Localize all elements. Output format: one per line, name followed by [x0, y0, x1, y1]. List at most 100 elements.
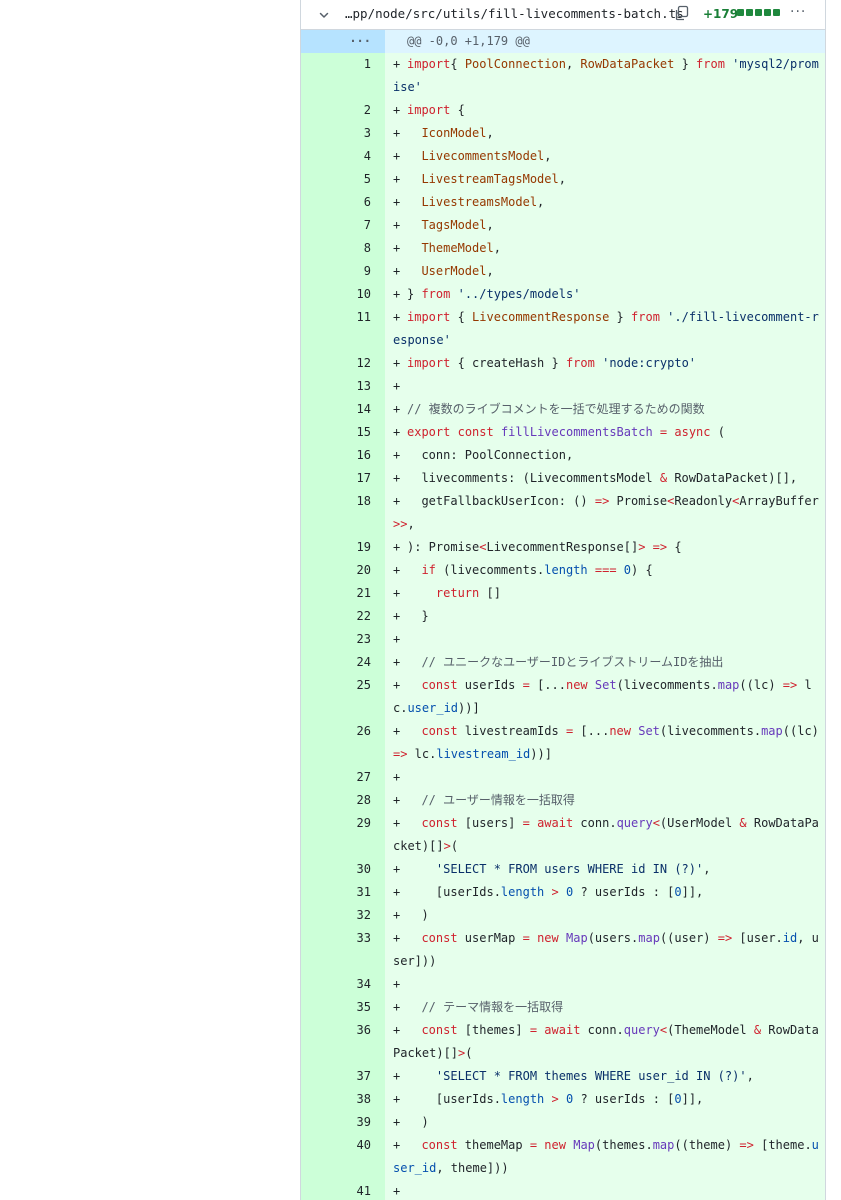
code-line: + LivecommentsModel, [385, 145, 825, 168]
line-number[interactable]: 8 [301, 237, 385, 260]
line-number[interactable]: 20 [301, 559, 385, 582]
line-number[interactable]: 19 [301, 536, 385, 559]
code-token: ArrayBuffer [739, 494, 819, 508]
code-line: + 'SELECT * FROM themes WHERE user_id IN… [385, 1065, 825, 1088]
code-token: from [631, 310, 660, 324]
line-number[interactable]: 18 [301, 490, 385, 536]
more-options-button[interactable]: ··· [790, 4, 806, 20]
code-token: length [500, 885, 545, 899]
copy-path-icon[interactable] [673, 4, 691, 22]
line-number[interactable]: 40 [301, 1134, 385, 1180]
code-token: LivestreamsModel [421, 195, 538, 209]
addition-marker: + [393, 885, 401, 899]
addition-marker: + [393, 471, 401, 485]
code-token: livestream_id [436, 747, 531, 761]
line-number[interactable]: 5 [301, 168, 385, 191]
expand-hunk-button[interactable]: ··· [301, 30, 385, 53]
code-token: Set [638, 724, 660, 738]
code-line: + // ユーザー情報を一括取得 [385, 789, 825, 812]
code-token: TagsModel [421, 218, 487, 232]
code-token: ( [465, 1046, 473, 1060]
line-number[interactable]: 30 [301, 858, 385, 881]
line-number[interactable]: 7 [301, 214, 385, 237]
line-number[interactable]: 27 [301, 766, 385, 789]
line-number[interactable]: 15 [301, 421, 385, 444]
line-number[interactable]: 2 [301, 99, 385, 122]
addition-marker: + [393, 655, 401, 669]
line-number[interactable]: 25 [301, 674, 385, 720]
line-number[interactable]: 11 [301, 306, 385, 352]
code-token: (livecomments. [616, 678, 718, 692]
line-number[interactable]: 17 [301, 467, 385, 490]
addition-marker: + [393, 126, 401, 140]
line-number[interactable]: 10 [301, 283, 385, 306]
code-token: lc. [407, 747, 437, 761]
file-header: …pp/node/src/utils/fill-livecomments-bat… [301, 0, 825, 30]
code-token: id [782, 931, 798, 945]
code-token: > [551, 1092, 559, 1106]
line-number[interactable]: 3 [301, 122, 385, 145]
code-token: const [421, 816, 458, 830]
code-token: conn. [580, 1023, 624, 1037]
line-number[interactable]: 21 [301, 582, 385, 605]
code-token: & [739, 816, 747, 830]
line-number[interactable]: 22 [301, 605, 385, 628]
line-number[interactable]: 4 [301, 145, 385, 168]
code-line: + const themeMap = new Map(themes.map((t… [385, 1134, 825, 1180]
code-token: , [558, 172, 566, 186]
line-number[interactable]: 39 [301, 1111, 385, 1134]
code-token: } [407, 609, 429, 623]
line-number[interactable]: 31 [301, 881, 385, 904]
diff-line-row: 2 + import { [301, 99, 825, 122]
line-number[interactable]: 26 [301, 720, 385, 766]
code-line: + const livestreamIds = [...new Set(live… [385, 720, 825, 766]
line-number[interactable]: 9 [301, 260, 385, 283]
line-number[interactable]: 37 [301, 1065, 385, 1088]
diff-line-row: 22 + } [301, 605, 825, 628]
line-number[interactable]: 32 [301, 904, 385, 927]
addition-marker: + [393, 1184, 401, 1198]
line-number[interactable]: 16 [301, 444, 385, 467]
line-number[interactable]: 23 [301, 628, 385, 651]
code-token: ((lc) [739, 678, 783, 692]
diff-line-row: 16 + conn: PoolConnection, [301, 444, 825, 467]
line-number[interactable]: 38 [301, 1088, 385, 1111]
code-token: [userIds. [407, 885, 501, 899]
code-token: IconModel [421, 126, 487, 140]
line-number[interactable]: 33 [301, 927, 385, 973]
code-token: ))] [458, 701, 480, 715]
line-number[interactable]: 28 [301, 789, 385, 812]
line-number[interactable]: 6 [301, 191, 385, 214]
diff-line-row: 12 + import { createHash } from 'node:cryp… [301, 352, 825, 375]
code-token: if [421, 563, 436, 577]
diff-line-row: 32 + ) [301, 904, 825, 927]
line-number[interactable]: 12 [301, 352, 385, 375]
diff-line-row: 7 + TagsModel, [301, 214, 825, 237]
line-number[interactable]: 29 [301, 812, 385, 858]
line-number[interactable]: 24 [301, 651, 385, 674]
code-token: 0 [674, 885, 682, 899]
code-token: '../types/models' [457, 287, 581, 301]
diff-line-row: 13 + [301, 375, 825, 398]
line-number[interactable]: 41 [301, 1180, 385, 1200]
code-token: // ユーザー情報を一括取得 [421, 793, 575, 807]
code-token: } [674, 57, 697, 71]
line-number[interactable]: 34 [301, 973, 385, 996]
line-number[interactable]: 1 [301, 53, 385, 99]
collapse-chevron-down-icon[interactable] [315, 6, 333, 24]
addition-marker: + [393, 448, 401, 462]
line-number[interactable]: 36 [301, 1019, 385, 1065]
line-number[interactable]: 35 [301, 996, 385, 1019]
code-line: + const userMap = new Map(users.map((use… [385, 927, 825, 973]
line-number[interactable]: 13 [301, 375, 385, 398]
line-number[interactable]: 14 [301, 398, 385, 421]
file-path[interactable]: …pp/node/src/utils/fill-livecomments-bat… [345, 6, 684, 21]
